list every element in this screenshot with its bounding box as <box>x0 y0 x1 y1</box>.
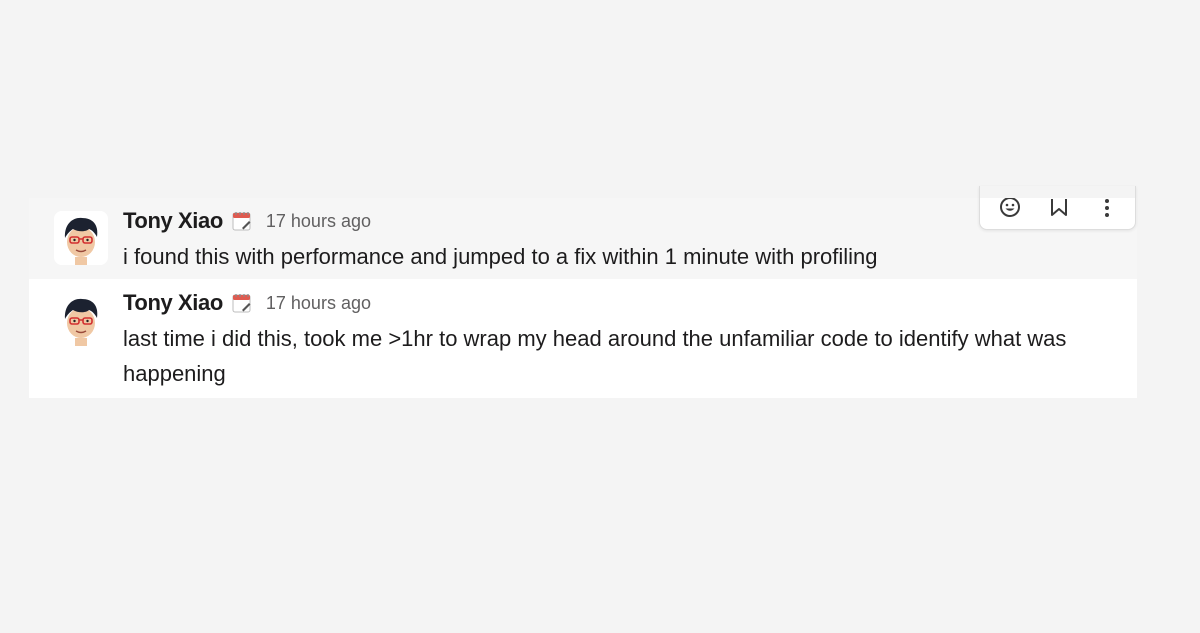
author-name[interactable]: Tony Xiao <box>123 208 223 234</box>
add-reaction-icon <box>1000 197 1020 217</box>
message-list: Tony Xiao 17 hours ago i found this with… <box>29 198 1137 398</box>
calendar-icon[interactable] <box>231 292 253 314</box>
more-actions-icon <box>1105 199 1109 217</box>
bookmark-icon <box>1051 199 1067 216</box>
calendar-icon[interactable] <box>231 210 253 232</box>
message-item[interactable]: Tony Xiao 17 hours ago last time i did t… <box>29 279 1137 398</box>
author-name[interactable]: Tony Xiao <box>123 290 223 316</box>
message-header: Tony Xiao 17 hours ago <box>123 289 371 317</box>
avatar[interactable] <box>54 211 108 265</box>
toolbar-clip-mask <box>980 186 1135 198</box>
message-text: last time i did this, took me >1hr to wr… <box>123 326 1067 386</box>
avatar[interactable] <box>54 292 108 346</box>
message-header: Tony Xiao 17 hours ago <box>123 207 371 235</box>
message-actions-toolbar <box>979 186 1136 230</box>
timestamp[interactable]: 17 hours ago <box>266 211 371 232</box>
message-text: i found this with performance and jumped… <box>123 244 878 269</box>
message-item[interactable]: Tony Xiao 17 hours ago i found this with… <box>29 198 1137 279</box>
timestamp[interactable]: 17 hours ago <box>266 293 371 314</box>
